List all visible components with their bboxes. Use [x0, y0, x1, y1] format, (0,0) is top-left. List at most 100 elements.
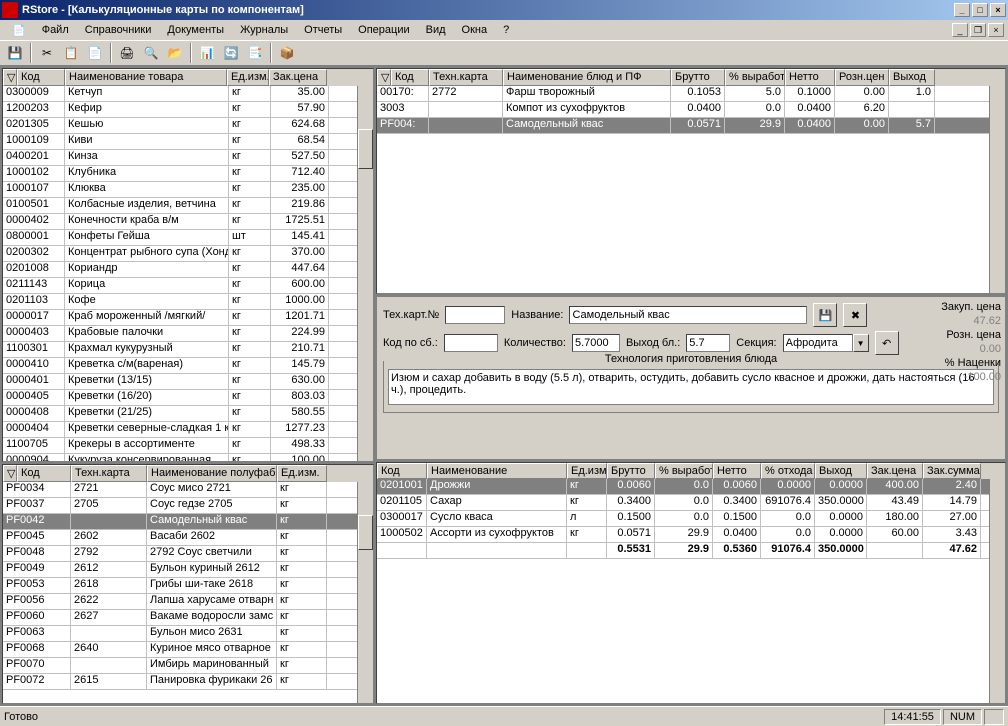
table-row[interactable]: 0000403Крабовые палочкикг224.99	[3, 326, 373, 342]
doc-icon[interactable]: 📑	[244, 42, 266, 64]
col-code[interactable]: Код	[377, 463, 427, 479]
col-code[interactable]: Код	[17, 465, 71, 482]
chart-icon[interactable]: 📊	[196, 42, 218, 64]
col-brutto[interactable]: Брутто	[671, 69, 725, 86]
col-yield[interactable]: % выработ	[725, 69, 785, 86]
col-card[interactable]: Техн.карта	[429, 69, 503, 86]
minimize-button[interactable]: _	[954, 3, 970, 17]
grid-body[interactable]: 0300009Кетчупкг35.001200203Кефиркг57.90 0…	[3, 86, 373, 462]
table-row[interactable]: 0211143Корицакг600.00	[3, 278, 373, 294]
col-code[interactable]: Код	[391, 69, 429, 86]
cut-icon[interactable]: ✂	[36, 42, 58, 64]
card-no-input[interactable]	[445, 306, 505, 324]
delete-button[interactable]: ✖	[843, 303, 867, 327]
filter-icon[interactable]: ▽	[377, 69, 391, 86]
table-row[interactable]: PF00602627Вакаме водоросли замскг	[3, 610, 373, 626]
table-row[interactable]: PF004:Самодельный квас0.057129.90.04000.…	[377, 118, 1005, 134]
table-row[interactable]: 1100301Крахмал кукурузныйкг210.71	[3, 342, 373, 358]
grid-body[interactable]: 00170:2772Фарш творожный0.10535.00.10000…	[377, 86, 1005, 134]
print-icon[interactable]: 🖨	[116, 42, 138, 64]
col-netto[interactable]: Нетто	[785, 69, 835, 86]
menu-item[interactable]: Журналы	[232, 22, 296, 38]
child-restore-button[interactable]: ❐	[970, 23, 986, 37]
col-sum[interactable]: Зак.сумма	[923, 463, 981, 479]
scrollbar[interactable]	[989, 463, 1005, 703]
copy-icon[interactable]: 📋	[60, 42, 82, 64]
table-row[interactable]: PF00372705Соус гедзе 2705кг	[3, 498, 373, 514]
section-combo[interactable]: ▼	[783, 334, 869, 352]
table-row[interactable]: PF00492612Бульон куриный 2612кг	[3, 562, 373, 578]
table-row[interactable]: 0100501Колбасные изделия, ветчинакг219.8…	[3, 198, 373, 214]
col-price[interactable]: Зак.цена	[269, 69, 327, 86]
col-price[interactable]: Зак.цена	[867, 463, 923, 479]
menu-file-icon[interactable]: 📄	[4, 22, 34, 39]
grid-body[interactable]: PF00342721Соус мисо 2721кгPF00372705Соус…	[3, 482, 373, 702]
table-row[interactable]: 0000408Креветки (21/25)кг580.55	[3, 406, 373, 422]
col-card[interactable]: Техн.карта	[71, 465, 147, 482]
technology-textarea[interactable]	[388, 369, 994, 405]
qty-input[interactable]	[572, 334, 620, 352]
table-row[interactable]: PF00532618Грибы ши-таке 2618кг	[3, 578, 373, 594]
child-close-button[interactable]: ×	[988, 23, 1004, 37]
table-row[interactable]: 0200302Концентрат рыбного супа (Хондкг37…	[3, 246, 373, 262]
col-brutto[interactable]: Брутто	[607, 463, 655, 479]
table-row[interactable]: 0000404Креветки северные-сладкая 1 ккг12…	[3, 422, 373, 438]
col-price[interactable]: Розн.цен	[835, 69, 889, 86]
table-row[interactable]: 0300009Кетчупкг35.00	[3, 86, 373, 102]
scrollbar[interactable]	[989, 69, 1005, 293]
col-name[interactable]: Наименование полуфабр	[147, 465, 277, 482]
col-out[interactable]: Выход	[815, 463, 867, 479]
col-name[interactable]: Наименование товара	[65, 69, 227, 86]
table-row[interactable]: 0000405Креветки (16/20)кг803.03	[3, 390, 373, 406]
table-row[interactable]: PF00342721Соус мисо 2721кг	[3, 482, 373, 498]
table-row[interactable]: PF0042Самодельный кваскг	[3, 514, 373, 530]
col-unit[interactable]: Ед.изм.	[227, 69, 269, 86]
col-waste[interactable]: % отхода	[761, 463, 815, 479]
menu-item[interactable]: Файл	[34, 22, 77, 38]
table-row[interactable]: 0201008Кориандркг447.64	[3, 262, 373, 278]
table-row[interactable]: 1200203Кефиркг57.90	[3, 102, 373, 118]
table-row[interactable]: PF00682640Куриное мясо отварноекг	[3, 642, 373, 658]
col-netto[interactable]: Нетто	[713, 463, 761, 479]
col-out[interactable]: Выход	[889, 69, 935, 86]
table-row[interactable]: 0201001Дрожжикг0.00600.00.00600.00000.00…	[377, 479, 1005, 495]
col-yield[interactable]: % выработ	[655, 463, 713, 479]
table-row[interactable]: 0800001Конфеты Гейшашт145.41	[3, 230, 373, 246]
table-row[interactable]: 3003Компот из сухофруктов0.04000.00.0400…	[377, 102, 1005, 118]
filter-icon[interactable]: ▽	[3, 69, 17, 86]
table-row[interactable]: 0000401Креветки (13/15)кг630.00	[3, 374, 373, 390]
col-dish[interactable]: Наименование блюд и ПФ	[503, 69, 671, 86]
table-row[interactable]: 0201105Сахаркг0.34000.00.3400691076.4350…	[377, 495, 1005, 511]
code-sb-input[interactable]	[444, 334, 498, 352]
refresh-icon[interactable]: 🔄	[220, 42, 242, 64]
undo-button[interactable]: ↶	[875, 331, 899, 355]
table-row[interactable]: PF0070Имбирь маринованныйкг	[3, 658, 373, 674]
menu-item[interactable]: ?	[495, 22, 517, 38]
menu-item[interactable]: Отчеты	[296, 22, 350, 38]
menu-item[interactable]: Окна	[454, 22, 496, 38]
grid-body[interactable]: 0201001Дрожжикг0.00600.00.00600.00000.00…	[377, 479, 1005, 559]
section-input[interactable]	[783, 334, 853, 352]
table-row[interactable]: 0201103Кофекг1000.00	[3, 294, 373, 310]
table-row[interactable]: 1100705Крекеры в ассортиментекг498.33	[3, 438, 373, 454]
preview-icon[interactable]: 🔍	[140, 42, 162, 64]
save-icon[interactable]: 💾	[4, 42, 26, 64]
table-row[interactable]: PF00562622Лапша харусаме отварнкг	[3, 594, 373, 610]
yield-input[interactable]	[686, 334, 730, 352]
table-row[interactable]: 0300017Сусло квасал0.15000.00.15000.00.0…	[377, 511, 1005, 527]
table-row[interactable]: 0000904Кукуруза консервированнаякг100.00	[3, 454, 373, 462]
filter-icon[interactable]: ▽	[3, 465, 17, 482]
open-icon[interactable]: 📂	[164, 42, 186, 64]
scrollbar[interactable]	[357, 465, 373, 703]
child-minimize-button[interactable]: _	[952, 23, 968, 37]
table-row[interactable]: 1000109Кивикг68.54	[3, 134, 373, 150]
col-unit[interactable]: Ед.изм	[567, 463, 607, 479]
name-input[interactable]	[569, 306, 807, 324]
table-row[interactable]: 1000502Ассорти из сухофруктовкг0.057129.…	[377, 527, 1005, 543]
menu-item[interactable]: Документы	[159, 22, 232, 38]
table-row[interactable]: 1000102Клубникакг712.40	[3, 166, 373, 182]
maximize-button[interactable]: □	[972, 3, 988, 17]
table-row[interactable]: 00170:2772Фарш творожный0.10535.00.10000…	[377, 86, 1005, 102]
table-row[interactable]: 0000402Конечности краба в/мкг1725.51	[3, 214, 373, 230]
menu-item[interactable]: Справочники	[77, 22, 160, 38]
